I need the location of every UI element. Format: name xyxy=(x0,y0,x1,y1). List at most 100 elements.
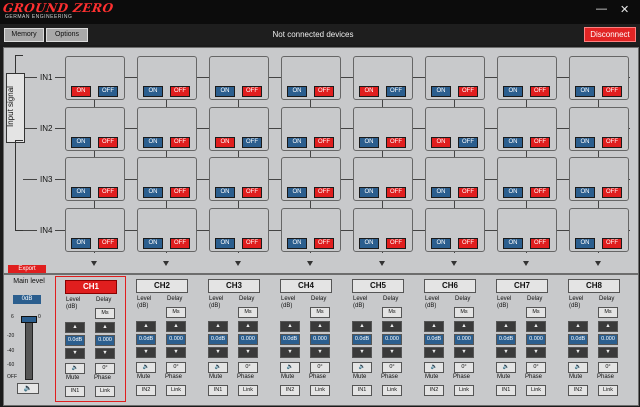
route-on-button[interactable]: ON xyxy=(287,187,307,198)
delay-unit-button[interactable]: Ms xyxy=(382,307,402,318)
delay-value[interactable]: 0.000 xyxy=(382,334,402,345)
route-off-button[interactable]: OFF xyxy=(458,137,478,148)
level-down-button[interactable]: ▼ xyxy=(352,347,372,358)
level-down-button[interactable]: ▼ xyxy=(568,347,588,358)
mute-button[interactable]: 🔈 xyxy=(496,362,516,373)
mute-button[interactable]: 🔈 xyxy=(65,363,85,374)
channel-select-button[interactable]: CH4 xyxy=(280,279,332,293)
level-up-button[interactable]: ▲ xyxy=(424,321,444,332)
phase-button[interactable]: 0° xyxy=(382,362,402,373)
delay-down-button[interactable]: ▼ xyxy=(95,348,115,359)
route-off-button[interactable]: OFF xyxy=(242,187,262,198)
input-source-button[interactable]: IN1 xyxy=(208,385,228,396)
level-down-button[interactable]: ▼ xyxy=(496,347,516,358)
route-on-button[interactable]: ON xyxy=(287,238,307,249)
delay-down-button[interactable]: ▼ xyxy=(526,347,546,358)
route-on-button[interactable]: ON xyxy=(359,238,379,249)
level-value[interactable]: 0.0dB xyxy=(352,334,372,345)
delay-value[interactable]: 0.000 xyxy=(454,334,474,345)
route-on-button[interactable]: ON xyxy=(503,187,523,198)
route-on-button[interactable]: ON xyxy=(575,86,595,97)
route-on-button[interactable]: ON xyxy=(431,86,451,97)
route-on-button[interactable]: ON xyxy=(215,238,235,249)
route-on-button[interactable]: ON xyxy=(287,86,307,97)
channel-select-button[interactable]: CH5 xyxy=(352,279,404,293)
level-down-button[interactable]: ▼ xyxy=(208,347,228,358)
input-source-button[interactable]: IN1 xyxy=(65,386,85,397)
phase-button[interactable]: 0° xyxy=(526,362,546,373)
channel-select-button[interactable]: CH3 xyxy=(208,279,260,293)
delay-up-button[interactable]: ▲ xyxy=(454,321,474,332)
level-value[interactable]: 0.0dB xyxy=(65,335,85,346)
delay-down-button[interactable]: ▼ xyxy=(166,347,186,358)
route-on-button[interactable]: ON xyxy=(503,86,523,97)
route-on-button[interactable]: ON xyxy=(71,187,91,198)
channel-select-button[interactable]: CH8 xyxy=(568,279,620,293)
route-off-button[interactable]: OFF xyxy=(602,187,622,198)
delay-unit-button[interactable]: Ms xyxy=(526,307,546,318)
delay-unit-button[interactable]: Ms xyxy=(95,308,115,319)
route-off-button[interactable]: OFF xyxy=(314,86,334,97)
route-on-button[interactable]: ON xyxy=(71,86,91,97)
route-on-button[interactable]: ON xyxy=(359,86,379,97)
delay-value[interactable]: 0.000 xyxy=(238,334,258,345)
input-source-button[interactable]: IN1 xyxy=(496,385,516,396)
route-on-button[interactable]: ON xyxy=(215,187,235,198)
input-source-button[interactable]: IN2 xyxy=(568,385,588,396)
delay-down-button[interactable]: ▼ xyxy=(598,347,618,358)
delay-down-button[interactable]: ▼ xyxy=(310,347,330,358)
route-on-button[interactable]: ON xyxy=(575,137,595,148)
level-value[interactable]: 0.0dB xyxy=(568,334,588,345)
level-down-button[interactable]: ▼ xyxy=(65,348,85,359)
main-level-value[interactable]: 0dB xyxy=(13,295,41,304)
delay-unit-button[interactable]: Ms xyxy=(166,307,186,318)
level-up-button[interactable]: ▲ xyxy=(496,321,516,332)
channel-select-button[interactable]: CH1 xyxy=(65,280,117,294)
mute-button[interactable]: 🔈 xyxy=(352,362,372,373)
route-on-button[interactable]: ON xyxy=(287,137,307,148)
level-value[interactable]: 0.0dB xyxy=(424,334,444,345)
level-up-button[interactable]: ▲ xyxy=(65,322,85,333)
link-button[interactable]: Link xyxy=(166,385,186,396)
delay-unit-button[interactable]: Ms xyxy=(454,307,474,318)
link-button[interactable]: Link xyxy=(310,385,330,396)
route-off-button[interactable]: OFF xyxy=(242,238,262,249)
phase-button[interactable]: 0° xyxy=(310,362,330,373)
link-button[interactable]: Link xyxy=(238,385,258,396)
route-on-button[interactable]: ON xyxy=(503,137,523,148)
route-on-button[interactable]: ON xyxy=(215,137,235,148)
delay-value[interactable]: 0.000 xyxy=(598,334,618,345)
route-on-button[interactable]: ON xyxy=(359,187,379,198)
phase-button[interactable]: 0° xyxy=(598,362,618,373)
delay-down-button[interactable]: ▼ xyxy=(454,347,474,358)
delay-unit-button[interactable]: Ms xyxy=(310,307,330,318)
phase-button[interactable]: 0° xyxy=(166,362,186,373)
mute-button[interactable]: 🔈 xyxy=(568,362,588,373)
route-off-button[interactable]: OFF xyxy=(386,137,406,148)
route-on-button[interactable]: ON xyxy=(431,137,451,148)
route-on-button[interactable]: ON xyxy=(215,86,235,97)
route-off-button[interactable]: OFF xyxy=(386,86,406,97)
route-off-button[interactable]: OFF xyxy=(602,137,622,148)
route-on-button[interactable]: ON xyxy=(575,238,595,249)
route-off-button[interactable]: OFF xyxy=(458,187,478,198)
delay-down-button[interactable]: ▼ xyxy=(238,347,258,358)
export-button[interactable]: Export xyxy=(8,265,46,273)
route-off-button[interactable]: OFF xyxy=(530,137,550,148)
input-source-button[interactable]: IN2 xyxy=(424,385,444,396)
route-off-button[interactable]: OFF xyxy=(530,187,550,198)
level-up-button[interactable]: ▲ xyxy=(352,321,372,332)
level-down-button[interactable]: ▼ xyxy=(424,347,444,358)
route-on-button[interactable]: ON xyxy=(431,238,451,249)
route-off-button[interactable]: OFF xyxy=(314,238,334,249)
channel-select-button[interactable]: CH2 xyxy=(136,279,188,293)
link-button[interactable]: Link xyxy=(454,385,474,396)
route-off-button[interactable]: OFF xyxy=(242,86,262,97)
delay-up-button[interactable]: ▲ xyxy=(310,321,330,332)
route-off-button[interactable]: OFF xyxy=(170,187,190,198)
level-up-button[interactable]: ▲ xyxy=(568,321,588,332)
route-on-button[interactable]: ON xyxy=(143,86,163,97)
delay-up-button[interactable]: ▲ xyxy=(526,321,546,332)
memory-button[interactable]: Memory xyxy=(4,28,44,42)
options-button[interactable]: Options xyxy=(46,28,88,42)
